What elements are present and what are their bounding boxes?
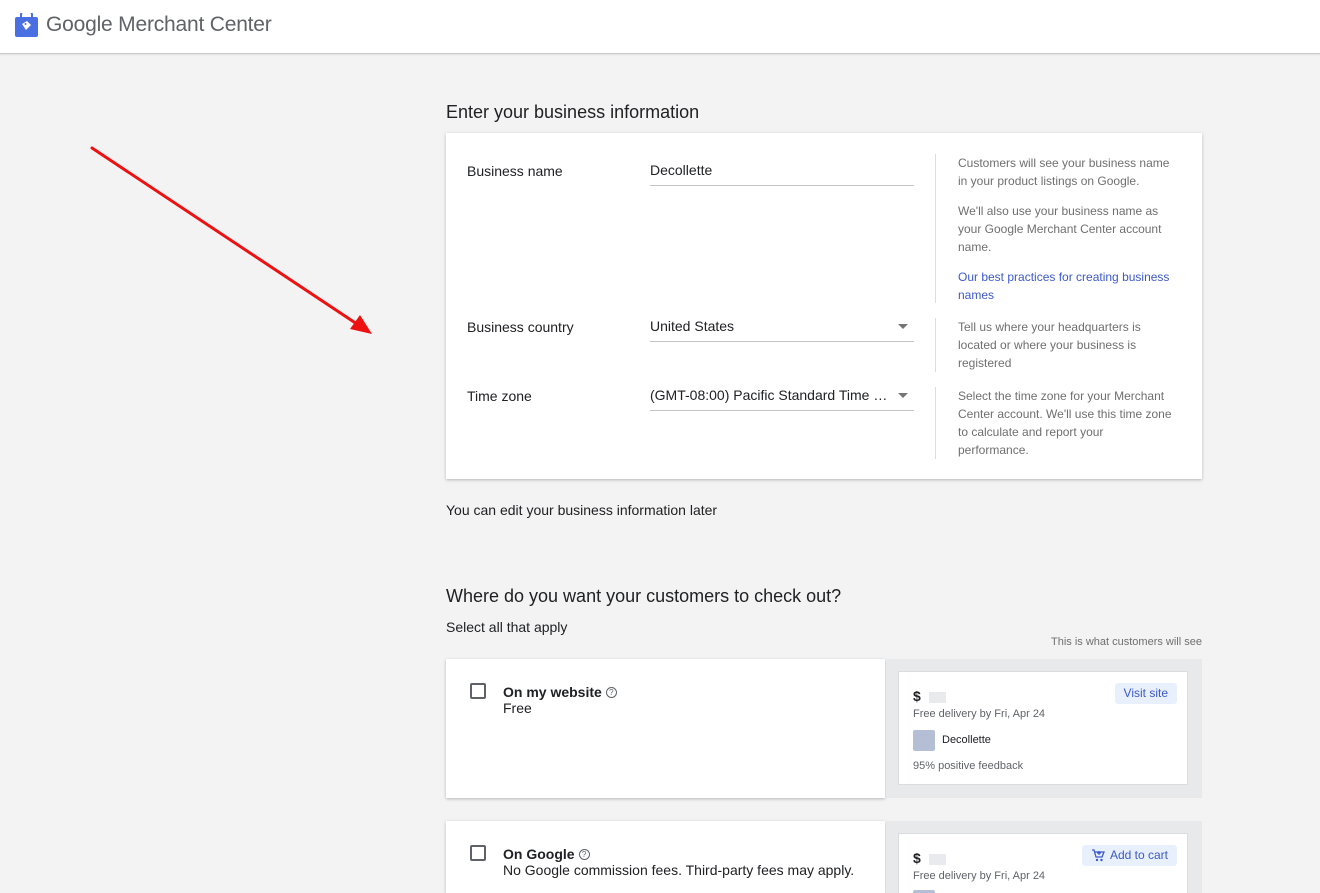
google-option-title: On Google? [503,846,590,862]
business-name-input[interactable]: Decollette [650,162,914,186]
add-to-cart-button[interactable]: Add to cart [1081,845,1177,869]
business-country-label: Business country [467,319,574,335]
preview-caption: This is what customers will see [1051,636,1202,648]
website-option-title: On my website? [503,684,617,700]
business-info-title: Enter your business information [446,102,700,122]
merchant-center-logo-icon[interactable] [14,8,39,37]
price-placeholder [929,692,946,703]
help-circle-icon[interactable]: ? [605,687,617,698]
business-info-card: Business name Decollette Customers will … [446,133,1202,479]
business-country-select[interactable]: United States [650,318,914,342]
time-zone-label: Time zone [467,388,532,404]
business-country-help: Tell us where your headquarters is locat… [935,318,1175,372]
business-name-label: Business name [467,163,563,179]
preview-merchant-name: Decollette [942,734,991,746]
cart-icon [1091,848,1105,869]
website-preview-panel: $ Free delivery by Fri, Apr 24 Visit sit… [886,659,1202,798]
checkout-subtitle: Select all that apply [446,619,568,635]
preview-price: $ [913,688,921,704]
google-preview-card: $ Free delivery by Fri, Apr 24 Add to ca… [898,833,1188,893]
preview-delivery: Free delivery by Fri, Apr 24 [913,870,1046,882]
checkout-option-google[interactable]: On Google? No Google commission fees. Th… [446,821,885,893]
app-title[interactable]: Google Merchant Center [46,13,272,37]
preview-feedback: 95% positive feedback [913,760,1024,772]
merchant-logo-placeholder [913,730,935,751]
visit-site-button[interactable]: Visit site [1114,683,1177,704]
price-placeholder [929,854,946,865]
dropdown-caret-icon [898,324,908,329]
website-option-desc: Free [503,700,532,716]
top-app-bar: Google Merchant Center [0,0,1320,54]
help-circle-icon[interactable]: ? [578,849,590,860]
time-zone-select[interactable]: (GMT-08:00) Pacific Standard Time (Los A… [650,387,914,411]
preview-delivery: Free delivery by Fri, Apr 24 [913,708,1046,720]
checkout-option-website[interactable]: On my website? Free [446,659,885,798]
google-checkbox[interactable] [470,845,486,861]
google-option-desc: No Google commission fees. Third-party f… [503,862,855,878]
dropdown-caret-icon [898,393,908,398]
business-name-help: Customers will see your business name in… [935,154,1175,303]
google-preview-panel: $ Free delivery by Fri, Apr 24 Add to ca… [886,821,1202,893]
business-name-best-practices-link[interactable]: Our best practices for creating business… [958,268,1175,304]
website-checkbox[interactable] [470,683,486,699]
checkout-title: Where do you want your customers to chec… [446,586,842,606]
time-zone-help: Select the time zone for your Merchant C… [935,387,1175,459]
preview-price: $ [913,850,921,866]
edit-later-note: You can edit your business information l… [446,502,718,518]
website-preview-card: $ Free delivery by Fri, Apr 24 Visit sit… [898,671,1188,785]
